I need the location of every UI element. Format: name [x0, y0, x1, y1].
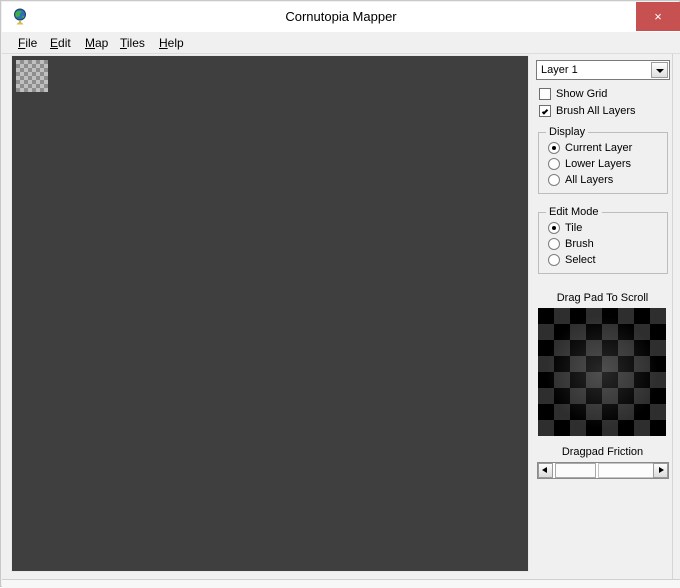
transparency-tile[interactable]	[16, 60, 48, 92]
menu-bar: File Edit Map Tiles Help	[2, 32, 680, 54]
menu-map-mnemonic: M	[85, 36, 95, 50]
dragpad-glow	[538, 308, 666, 436]
tile-radio-dot[interactable]	[548, 222, 560, 234]
tile-label: Tile	[565, 222, 583, 234]
menu-edit-rest: dit	[58, 36, 71, 50]
brush-all-layers-checkbox-box[interactable]	[539, 105, 551, 117]
menu-map-rest: ap	[95, 36, 109, 50]
lower-layers-radio-dot[interactable]	[548, 158, 560, 170]
menu-tiles-mnemonic: T	[120, 36, 127, 50]
friction-caption: Dragpad Friction	[561, 446, 644, 458]
dragpad[interactable]	[538, 308, 666, 436]
title-bar: Cornutopia Mapper ×	[2, 2, 680, 32]
tool-panel: Layer 1 Show Grid Brush All Layers Displ…	[533, 54, 672, 587]
current-layer-label: Current Layer	[565, 142, 633, 154]
display-group: Display Current Layer Lower Layers All L…	[538, 126, 668, 194]
lower-layers-label: Lower Layers	[565, 158, 632, 170]
select-label: Select	[565, 254, 596, 266]
menu-help-rest: elp	[167, 36, 184, 50]
window-title: Cornutopia Mapper	[285, 9, 397, 24]
show-grid-checkbox-box[interactable]	[539, 88, 551, 100]
brush-radio-dot[interactable]	[548, 238, 560, 250]
all-layers-radio-dot[interactable]	[548, 174, 560, 186]
edit-mode-group-title: Edit Mode	[546, 206, 602, 218]
application-window: Cornutopia Mapper × File Edit Map Tiles …	[0, 0, 680, 588]
menu-edit-mnemonic: E	[50, 36, 59, 50]
current-layer-radio-dot[interactable]	[548, 142, 560, 154]
client-area: Layer 1 Show Grid Brush All Layers Displ…	[2, 54, 680, 587]
brush-all-layers-label: Brush All Layers	[556, 105, 636, 117]
menu-help-mnemonic: H	[159, 36, 168, 50]
menu-file[interactable]: File	[13, 35, 42, 52]
menu-edit[interactable]: Edit	[45, 35, 76, 52]
panel-splitter	[672, 54, 673, 587]
edit-mode-group: Edit Mode Tile Brush Select	[538, 206, 668, 274]
friction-scrollbar-thumb[interactable]	[555, 463, 596, 478]
scroll-left-arrow-icon[interactable]	[538, 463, 553, 478]
menu-tiles[interactable]: Tiles	[115, 35, 150, 52]
menu-tiles-rest: iles	[126, 36, 145, 50]
friction-scrollbar[interactable]	[537, 462, 669, 479]
layer-select[interactable]: Layer 1	[536, 60, 670, 80]
menu-map[interactable]: Map	[80, 35, 113, 52]
layer-select-value: Layer 1	[541, 64, 578, 76]
menu-file-rest: ile	[25, 36, 38, 50]
display-group-title: Display	[546, 126, 589, 138]
map-canvas[interactable]	[11, 55, 529, 572]
chevron-down-icon[interactable]	[651, 62, 668, 78]
close-button[interactable]: ×	[636, 2, 680, 31]
show-grid-label: Show Grid	[556, 88, 608, 100]
all-layers-label: All Layers	[565, 174, 614, 186]
scroll-right-arrow-icon[interactable]	[653, 463, 668, 478]
menu-help[interactable]: Help	[154, 35, 189, 52]
dragpad-caption: Drag Pad To Scroll	[556, 292, 649, 304]
select-radio-dot[interactable]	[548, 254, 560, 266]
brush-label: Brush	[565, 238, 594, 250]
